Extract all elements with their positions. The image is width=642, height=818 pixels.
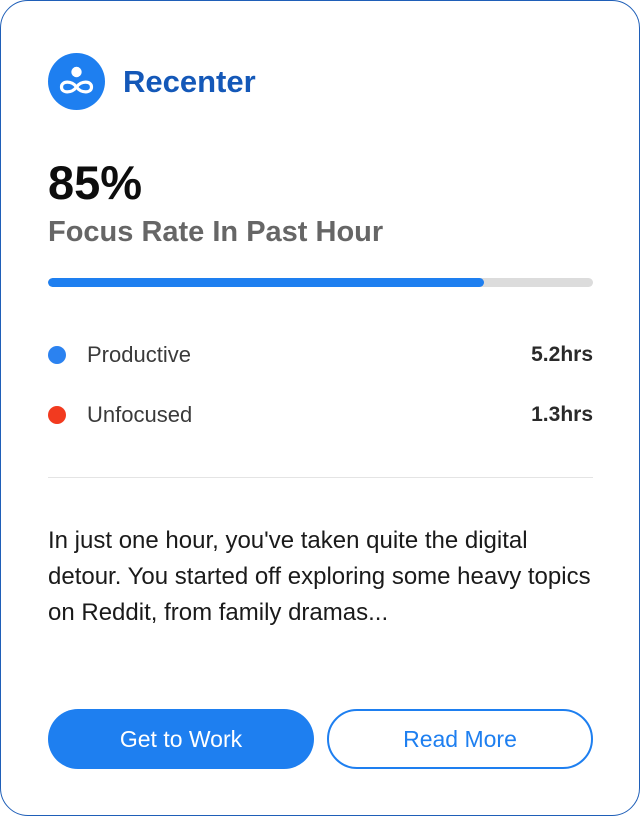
focus-rate-value: 85%: [48, 156, 143, 209]
focus-summary-card: Recenter 85% Focus Rate In Past Hour Pro…: [0, 0, 640, 816]
person-infinity-icon: [48, 53, 105, 110]
focus-rate-label: Focus Rate In Past Hour: [48, 216, 384, 248]
summary-text: In just one hour, you've taken quite the…: [48, 527, 591, 626]
divider: [48, 477, 593, 478]
stat-row-productive: Productive 5.2hrs: [48, 340, 593, 370]
read-more-button[interactable]: Read More: [327, 709, 593, 769]
productive-dot-icon: [48, 346, 66, 364]
stat-row-unfocused: Unfocused 1.3hrs: [48, 400, 593, 430]
stat-label: Productive: [87, 342, 191, 367]
get-to-work-button[interactable]: Get to Work: [48, 709, 314, 769]
focus-progress-bar: [48, 278, 593, 287]
card-header: Recenter: [48, 53, 256, 110]
unfocused-dot-icon: [48, 406, 66, 424]
stat-value: 1.3hrs: [531, 403, 593, 426]
focus-progress-fill: [48, 278, 484, 287]
stat-label: Unfocused: [87, 402, 193, 427]
stat-value: 5.2hrs: [531, 343, 593, 366]
app-name: Recenter: [123, 63, 256, 99]
